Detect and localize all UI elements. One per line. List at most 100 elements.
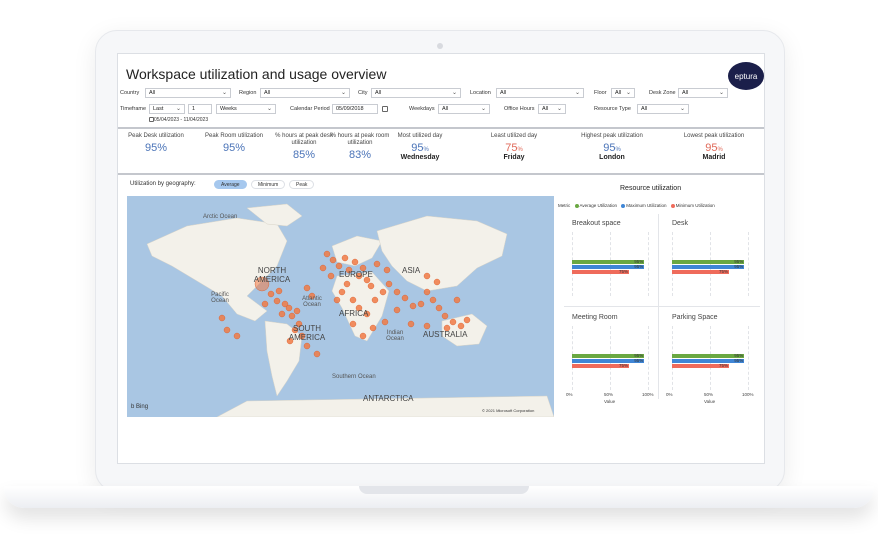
location-marker[interactable] — [383, 266, 391, 274]
camera-icon — [437, 43, 443, 49]
location-marker[interactable] — [385, 280, 393, 288]
kpi-number: 75 — [505, 142, 518, 154]
map-label-south-america: SOUTH AMERICA — [288, 324, 326, 342]
location-marker[interactable] — [381, 318, 389, 326]
region-value: All — [264, 90, 271, 96]
location-marker[interactable] — [457, 322, 465, 330]
location-marker[interactable] — [349, 320, 357, 328]
location-marker[interactable] — [343, 280, 351, 288]
location-marker[interactable] — [288, 312, 296, 320]
location-marker[interactable] — [278, 310, 286, 318]
calendar-date-input[interactable]: 05/09/2018 — [332, 104, 378, 114]
location-marker[interactable] — [441, 312, 449, 320]
kpi-label: Lowest peak utilization — [683, 133, 745, 139]
location-marker[interactable] — [273, 297, 281, 305]
location-marker[interactable] — [417, 300, 425, 308]
location-marker[interactable] — [327, 272, 335, 280]
location-marker[interactable] — [373, 260, 381, 268]
location-marker[interactable] — [303, 342, 311, 350]
resourcetype-label: Resource Type — [594, 106, 631, 112]
gridline — [610, 326, 611, 390]
location-marker[interactable] — [275, 287, 283, 295]
geo-option-minimum[interactable]: Minimum — [251, 180, 286, 189]
kpi-highest-peak: Highest peak utilization 95% London — [574, 133, 650, 161]
kpi-unit: % — [717, 147, 723, 153]
country-select[interactable]: All ⌄ — [145, 88, 231, 98]
location-marker[interactable] — [233, 332, 241, 340]
location-marker[interactable] — [407, 320, 415, 328]
location-marker[interactable] — [218, 314, 226, 322]
location-marker[interactable] — [463, 316, 471, 324]
location-marker[interactable] — [285, 304, 293, 312]
location-marker[interactable] — [333, 296, 341, 304]
bar-label: 75% — [619, 269, 629, 274]
location-marker[interactable] — [369, 324, 377, 332]
weekdays-select[interactable]: All ⌄ — [438, 104, 490, 114]
world-map[interactable]: Arctic Ocean NORTH AMERICA EUROPE ASIA A… — [127, 196, 554, 417]
location-marker[interactable] — [351, 258, 359, 266]
kpi-value: 95% — [382, 142, 458, 154]
kpi-unit: % — [517, 147, 523, 153]
location-marker[interactable] — [293, 307, 301, 315]
region-select[interactable]: All ⌄ — [260, 88, 350, 98]
timeframe-label: Timeframe — [120, 106, 147, 112]
timeframe-select[interactable]: Last ⌄ — [149, 104, 185, 114]
city-select[interactable]: All ⌄ — [371, 88, 461, 98]
calendar-icon[interactable] — [382, 106, 388, 112]
location-marker[interactable] — [359, 332, 367, 340]
geo-option-average[interactable]: Average — [214, 180, 247, 189]
resource-panel: Desk 95% 95% 75% — [664, 214, 760, 304]
location-marker[interactable] — [393, 306, 401, 314]
location-marker[interactable] — [349, 296, 357, 304]
location-marker[interactable] — [323, 250, 331, 258]
timeframe-unit: Weeks — [220, 106, 237, 112]
gridline — [710, 326, 711, 390]
location-marker[interactable] — [423, 322, 431, 330]
location-marker[interactable] — [338, 288, 346, 296]
location-marker[interactable] — [433, 278, 441, 286]
map-label-antarctica: ANTARCTICA — [363, 394, 414, 403]
chevron-down-icon: ⌄ — [340, 90, 346, 96]
officehours-select[interactable]: All ⌄ — [538, 104, 566, 114]
location-marker[interactable] — [401, 294, 409, 302]
kpi-peak-desk: Peak Desk utilization 95% — [118, 133, 194, 154]
location-marker[interactable] — [429, 296, 437, 304]
x-tick-label: 100% — [742, 392, 754, 397]
location-marker[interactable] — [435, 304, 443, 312]
location-marker[interactable] — [319, 264, 327, 272]
map-label-pacific: Pacific Ocean — [211, 292, 229, 304]
location-marker[interactable] — [453, 296, 461, 304]
location-marker[interactable] — [303, 284, 311, 292]
location-marker[interactable] — [335, 262, 343, 270]
location-marker[interactable] — [223, 326, 231, 334]
location-select[interactable]: All ⌄ — [496, 88, 584, 98]
deskzone-select[interactable]: All ⌄ — [678, 88, 728, 98]
legend-dot-icon — [621, 203, 626, 208]
laptop-notch — [359, 486, 529, 494]
map-landmass — [146, 203, 554, 417]
location-marker[interactable] — [267, 290, 275, 298]
location-marker[interactable] — [261, 300, 269, 308]
gridline — [648, 326, 649, 390]
location-marker[interactable] — [367, 282, 375, 290]
location-marker[interactable] — [379, 288, 387, 296]
location-marker[interactable] — [329, 256, 337, 264]
resourcetype-select[interactable]: All ⌄ — [637, 104, 689, 114]
location-marker[interactable] — [371, 296, 379, 304]
location-marker[interactable] — [313, 350, 321, 358]
timeframe-unit-select[interactable]: Weeks ⌄ — [216, 104, 276, 114]
timeframe-number-input[interactable]: 1 — [188, 104, 212, 114]
location-marker[interactable] — [409, 302, 417, 310]
location-marker[interactable] — [393, 288, 401, 296]
kpi-sub: Wednesday — [400, 154, 440, 161]
geo-option-peak[interactable]: Peak — [289, 180, 315, 189]
map-label-africa: AFRICA — [339, 309, 369, 318]
floor-select[interactable]: All ⌄ — [611, 88, 635, 98]
kpi-value: 95% — [222, 142, 246, 154]
location-marker[interactable] — [341, 254, 349, 262]
resource-panel: Meeting Room 95% 95% 75% 0% 50% 100% Value — [564, 308, 660, 404]
map-label-north-america: NORTH AMERICA — [253, 266, 291, 284]
location-marker[interactable] — [449, 318, 457, 326]
location-marker[interactable] — [423, 288, 431, 296]
location-marker[interactable] — [423, 272, 431, 280]
